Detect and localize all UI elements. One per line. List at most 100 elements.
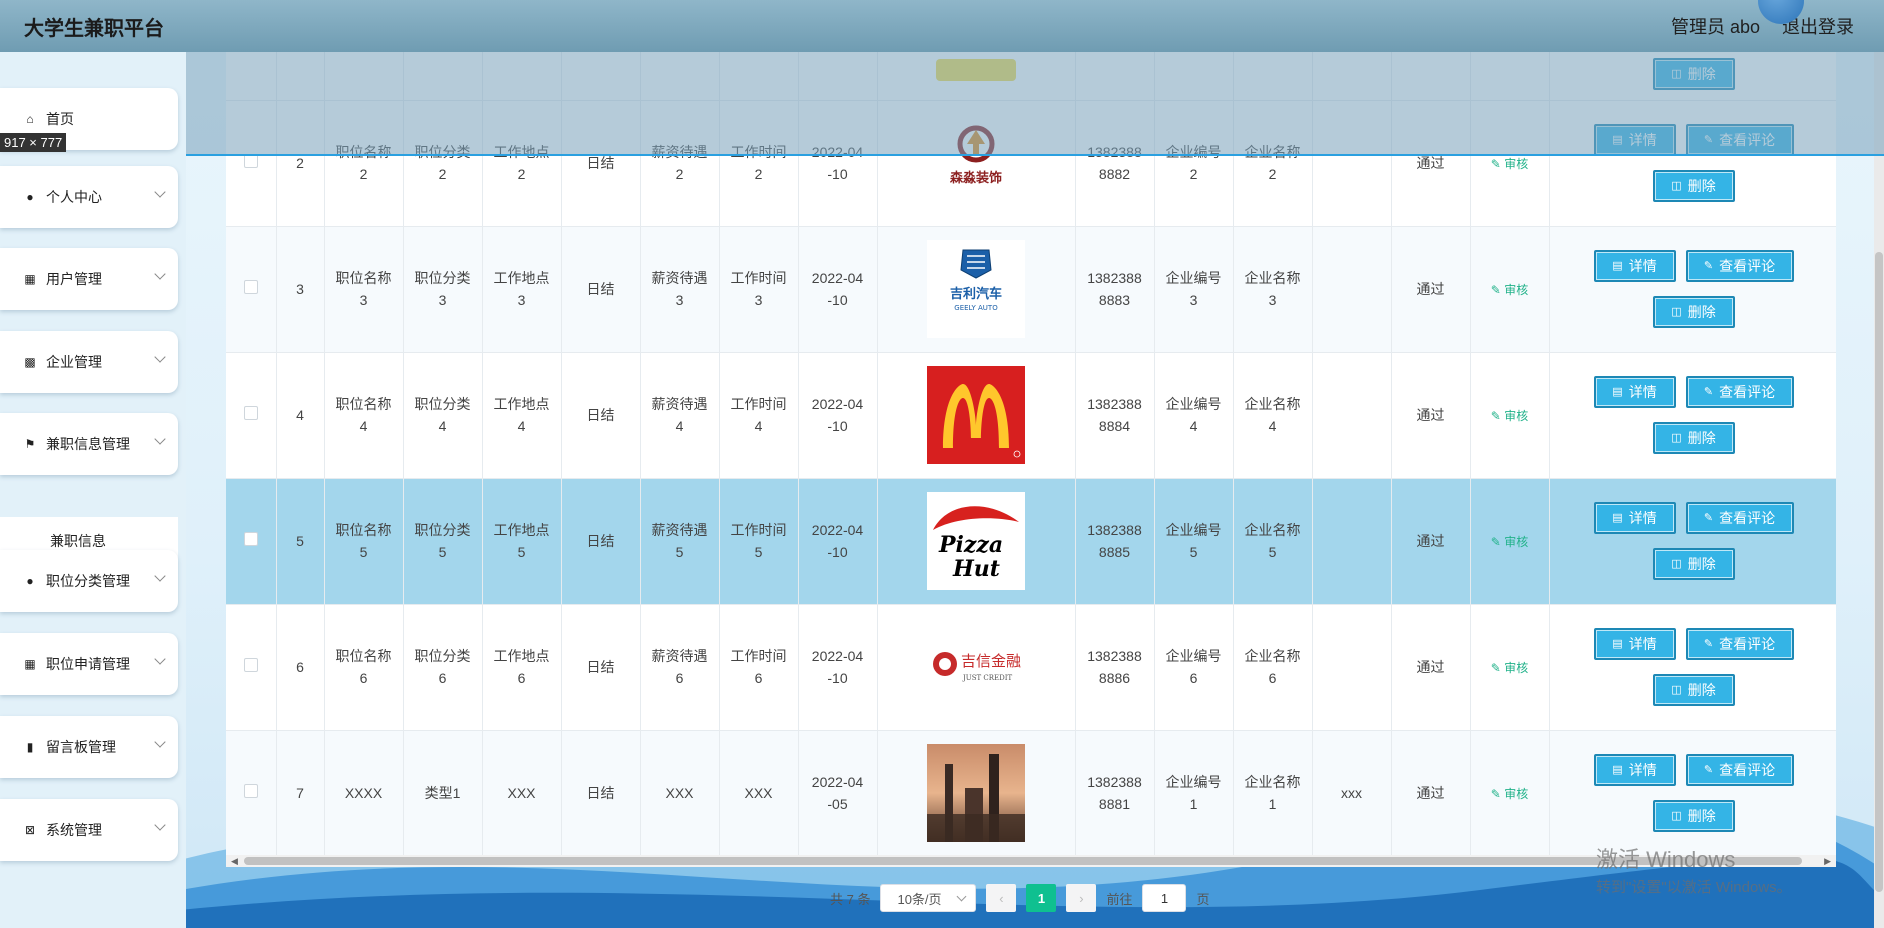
view-comments-button[interactable]: ✎ 查看评论 bbox=[1685, 754, 1794, 786]
current-page-button[interactable]: 1 bbox=[1026, 884, 1057, 912]
audit-link[interactable]: ✎ 审核 bbox=[1491, 661, 1528, 675]
horizontal-scrollbar[interactable]: ◀ ▶ bbox=[226, 855, 1836, 867]
cell-enterprise-no: 企业编号 1 bbox=[1154, 730, 1234, 857]
next-page-button[interactable]: › bbox=[1066, 884, 1097, 912]
page-size-select[interactable]: 10条/页 bbox=[880, 884, 977, 912]
cell-salary: XXX bbox=[640, 730, 720, 857]
table-row[interactable]: 6 职位名称 6 职位分类 6 工作地点 6 日结 薪资待遇 6 工作时间 6 2022-04 -10 吉信… bbox=[226, 604, 1836, 731]
table-row[interactable]: 4 职位名称 4 职位分类 4 工作地点 4 日结 薪资待遇 4 工作时间 4 2022-04 -10 13… bbox=[226, 352, 1836, 479]
delete-button[interactable]: ◫ 删除 bbox=[1652, 296, 1735, 328]
scrollbar-thumb[interactable] bbox=[244, 857, 1802, 865]
sidebar-item-system-management[interactable]: ⊠ 系统管理 bbox=[0, 799, 178, 861]
cell-worktime: 工作时间 6 bbox=[719, 604, 799, 731]
delete-button[interactable]: ◫ 删除 bbox=[1652, 548, 1735, 580]
document-icon: ▤ bbox=[1612, 512, 1623, 524]
row-checkbox[interactable] bbox=[243, 658, 258, 672]
row-checkbox-cell[interactable] bbox=[226, 226, 277, 353]
row-checkbox-cell[interactable] bbox=[226, 352, 277, 479]
scroll-left-icon[interactable]: ◀ bbox=[231, 856, 238, 867]
detail-button[interactable]: ▤ 详情 bbox=[1593, 628, 1676, 660]
delete-button[interactable]: ◫ 删除 bbox=[1652, 674, 1735, 706]
vertical-scrollbar[interactable] bbox=[1874, 52, 1884, 928]
table-row[interactable]: 7 XXXX 类型1 XXX 日结 XXX XXX 2022-04 -05 1382388 8881… bbox=[226, 730, 1836, 857]
trash-icon: ◫ bbox=[1671, 432, 1682, 444]
table-row[interactable]: 5 职位名称 5 职位分类 5 工作地点 5 日结 薪资待遇 5 工作时间 5 2022-04 -10 Pi… bbox=[226, 478, 1836, 605]
cell-salary: 薪资待遇 5 bbox=[640, 478, 720, 605]
audit-link[interactable]: ✎ 审核 bbox=[1491, 535, 1528, 549]
view-comments-button[interactable]: ✎ 查看评论 bbox=[1685, 376, 1794, 408]
document-icon: ▤ bbox=[1612, 764, 1623, 776]
row-checkbox[interactable] bbox=[243, 784, 258, 798]
row-checkbox[interactable] bbox=[243, 406, 258, 420]
cell-audit[interactable]: ✎ 审核 bbox=[1470, 226, 1550, 353]
mcdonalds-logo bbox=[927, 366, 1025, 464]
detail-button[interactable]: ▤ 详情 bbox=[1593, 754, 1676, 786]
delete-button[interactable]: ◫ 删除 bbox=[1652, 800, 1735, 832]
watermark-line2: 转到"设置"以激活 Windows。 bbox=[1596, 879, 1792, 896]
cell-date: 2022-04 -10 bbox=[798, 100, 878, 227]
pizzahut-logo: PizzaHut bbox=[927, 492, 1025, 590]
row-checkbox-cell[interactable] bbox=[226, 100, 277, 227]
cell-audit[interactable]: ✎ 审核 bbox=[1470, 730, 1550, 857]
delete-button[interactable]: ◫ 删除 bbox=[1652, 422, 1735, 454]
detail-button[interactable]: ▤ 详情 bbox=[1593, 502, 1676, 534]
detail-button[interactable]: ▤ 详情 bbox=[1593, 376, 1676, 408]
cell-settlement: 日结 bbox=[561, 226, 641, 353]
goto-page-input[interactable]: 1 bbox=[1142, 884, 1187, 912]
bulb-icon: ● bbox=[26, 574, 34, 588]
senmiao-logo: 森淼装饰 bbox=[927, 114, 1025, 212]
grid-icon: ▦ bbox=[24, 657, 36, 671]
view-comments-button[interactable]: ✎ 查看评论 bbox=[1685, 502, 1794, 534]
chevron-down-icon bbox=[154, 186, 166, 198]
cell-remark bbox=[1312, 604, 1392, 731]
x-box-icon: ⊠ bbox=[24, 823, 36, 837]
sidebar-item-parttime-management[interactable]: ⚑ 兼职信息管理 bbox=[0, 413, 178, 475]
audit-link[interactable]: ✎ 审核 bbox=[1491, 409, 1528, 423]
prev-page-button[interactable]: ‹ bbox=[986, 884, 1017, 912]
delete-button[interactable]: ◫ 删除 bbox=[1652, 58, 1735, 91]
cell-status: 通过 bbox=[1391, 604, 1471, 731]
delete-button[interactable]: ◫ 删除 bbox=[1652, 170, 1735, 202]
sidebar-item-personal-center[interactable]: ● 个人中心 bbox=[0, 166, 178, 228]
row-checkbox-cell[interactable] bbox=[226, 604, 277, 731]
sidebar-item-label: 留言板管理 bbox=[46, 739, 116, 755]
cell-audit[interactable]: ✎ 审核 bbox=[1470, 478, 1550, 605]
trash-icon: ◫ bbox=[1671, 306, 1682, 318]
cell-salary: 薪资待遇 6 bbox=[640, 604, 720, 731]
watermark-line1: 激活 Windows bbox=[1596, 847, 1736, 872]
row-checkbox-cell[interactable] bbox=[226, 730, 277, 857]
chevron-down-icon bbox=[154, 653, 166, 665]
cell-audit[interactable]: ✎ 审核 bbox=[1470, 352, 1550, 479]
sidebar-item-category-management[interactable]: ● 职位分类管理 bbox=[0, 550, 178, 612]
cell-logo: Pizza Hut bbox=[877, 478, 1076, 605]
chevron-down-icon bbox=[154, 736, 166, 748]
detail-button[interactable]: ▤ 详情 bbox=[1593, 124, 1676, 156]
edit-icon: ✎ bbox=[1703, 512, 1714, 524]
sidebar-item-message-board[interactable]: ▮ 留言板管理 bbox=[0, 716, 178, 778]
sidebar-item-user-management[interactable]: ▦ 用户管理 bbox=[0, 248, 178, 310]
table-row[interactable]: 3 职位名称 3 职位分类 3 工作地点 3 日结 薪资待遇 3 工作时间 3 2022-04 -10 吉利… bbox=[226, 226, 1836, 353]
trash-icon: ◫ bbox=[1671, 180, 1682, 192]
row-checkbox[interactable] bbox=[243, 154, 258, 168]
document-icon: ▤ bbox=[1612, 260, 1623, 272]
scrollbar-thumb[interactable] bbox=[1875, 252, 1883, 892]
sidebar-item-application-management[interactable]: ▦ 职位申请管理 bbox=[0, 633, 178, 695]
row-checkbox[interactable] bbox=[243, 280, 258, 294]
audit-link[interactable]: ✎ 审核 bbox=[1491, 157, 1528, 171]
row-checkbox-cell[interactable] bbox=[226, 478, 277, 605]
audit-link[interactable]: ✎ 审核 bbox=[1491, 787, 1528, 801]
view-comments-button[interactable]: ✎ 查看评论 bbox=[1685, 628, 1794, 660]
scroll-right-icon[interactable]: ▶ bbox=[1824, 856, 1831, 867]
table-row[interactable]: 2 职位名称 2 职位分类 2 工作地点 2 日结 薪资待遇 2 工作时间 2 2022-04 -10 森淼… bbox=[226, 100, 1836, 227]
cell-logo: 森淼装饰 bbox=[877, 100, 1076, 227]
row-checkbox[interactable] bbox=[243, 532, 258, 546]
sidebar-item-enterprise-management[interactable]: ▩ 企业管理 bbox=[0, 331, 178, 393]
view-comments-button[interactable]: ✎ 查看评论 bbox=[1685, 250, 1794, 282]
cell-operations: ▤ 详情 ✎ 查看评论 ◫ 删除 bbox=[1549, 352, 1836, 479]
detail-button[interactable]: ▤ 详情 bbox=[1593, 250, 1676, 282]
audit-link[interactable]: ✎ 审核 bbox=[1491, 283, 1528, 297]
cell-audit[interactable]: ✎ 审核 bbox=[1470, 100, 1550, 227]
view-comments-button[interactable]: ✎ 查看评论 bbox=[1685, 124, 1794, 156]
cell-audit[interactable]: ✎ 审核 bbox=[1470, 604, 1550, 731]
cell-category: 职位分类 3 bbox=[403, 226, 483, 353]
